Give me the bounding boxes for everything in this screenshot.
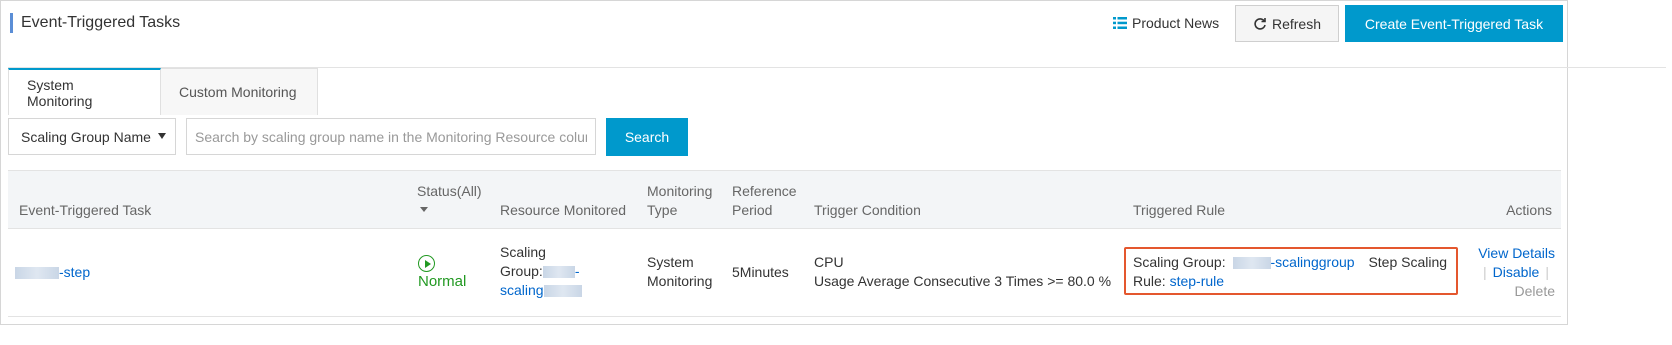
triggered-rule-cell: Scaling Group: -scalinggroup Step Scalin…: [1133, 253, 1447, 291]
resource-cell: Scaling Group: - scaling: [500, 243, 582, 300]
title-accent-bar: [10, 13, 13, 33]
trigger-rule: Usage Average Consecutive 3 Times >= 80.…: [814, 273, 1112, 289]
divider: |: [1545, 264, 1549, 280]
resource-group-line: Group: -: [500, 262, 582, 281]
trigger-condition-cell: CPU Usage Average Consecutive 3 Times >=…: [814, 253, 1111, 291]
column-header-reference-period: Reference Period: [732, 182, 797, 220]
divider: |: [1483, 264, 1487, 280]
column-header-monitoring-type: Monitoring Type: [647, 182, 712, 220]
rule-label: Rule:: [1133, 273, 1166, 289]
refresh-button[interactable]: Refresh: [1235, 5, 1339, 42]
tab-label: System Monitoring: [27, 76, 93, 109]
select-value: Scaling Group Name: [21, 128, 151, 145]
table-header: Event-Triggered Task Status(All) Resourc…: [8, 170, 1561, 229]
monitoring-tabs: System Monitoring Custom Monitoring: [8, 68, 318, 115]
monitoring-type-cell: System Monitoring: [647, 253, 712, 291]
actions-cell: View Details | Disable | Delete: [1477, 244, 1555, 301]
page-title: Event-Triggered Tasks: [21, 14, 181, 31]
task-name-link[interactable]: -step: [15, 263, 90, 282]
refresh-label: Refresh: [1271, 15, 1322, 32]
delete-link[interactable]: Delete: [1515, 283, 1555, 299]
create-task-button[interactable]: Create Event-Triggered Task: [1345, 5, 1563, 42]
sort-down-icon[interactable]: [420, 207, 428, 212]
search-input[interactable]: [186, 118, 596, 155]
status-normal: Normal: [418, 273, 467, 290]
page-header: Event-Triggered Tasks: [10, 13, 180, 33]
status-cell: Normal: [418, 255, 488, 290]
resource-group-link[interactable]: scaling: [500, 282, 544, 298]
caret-down-icon: [158, 133, 166, 139]
redacted-text: [1232, 257, 1271, 270]
create-task-label: Create Event-Triggered Task: [1364, 15, 1544, 32]
redacted-text: [543, 285, 582, 298]
rule-group-link[interactable]: -scalinggroup: [1271, 254, 1355, 270]
search-button[interactable]: Search: [606, 118, 688, 156]
column-header-trigger: Trigger Condition: [814, 202, 921, 218]
product-news-link[interactable]: Product News: [1113, 15, 1219, 31]
resource-group-label: Group:: [500, 263, 543, 279]
header-line: Type: [647, 202, 678, 218]
header-line: Monitoring: [647, 183, 713, 199]
table-row: -step Normal Scaling Group: - scaling Sys…: [8, 229, 1561, 317]
rule-group-label: Scaling Group:: [1133, 254, 1226, 270]
resource-link-suffix[interactable]: -: [575, 263, 580, 279]
tab-label: Custom Monitoring: [179, 84, 297, 100]
column-header-task: Event-Triggered Task: [19, 202, 152, 218]
disable-link[interactable]: Disable: [1493, 264, 1540, 280]
rule-group-line: Scaling Group: -scalinggroup Step Scalin…: [1133, 253, 1447, 272]
play-circle-icon: [418, 255, 435, 272]
tab-custom-monitoring[interactable]: Custom Monitoring: [161, 68, 318, 115]
rule-name-line: Rule: step-rule: [1133, 272, 1447, 291]
task-name-suffix: -step: [59, 264, 91, 280]
tab-system-monitoring[interactable]: System Monitoring: [8, 68, 161, 115]
reference-period-cell: 5Minutes: [732, 264, 789, 280]
trigger-metric: CPU: [814, 254, 844, 270]
column-header-resource: Resource Monitored: [500, 202, 627, 218]
rule-link[interactable]: step-rule: [1170, 273, 1224, 289]
column-header-rule: Triggered Rule: [1133, 202, 1226, 218]
resource-link-line[interactable]: scaling: [500, 281, 582, 300]
column-header-actions: Actions: [1506, 202, 1552, 218]
redacted-text: [542, 266, 575, 279]
column-header-status[interactable]: Status(All): [417, 182, 482, 201]
list-icon: [1113, 17, 1127, 29]
rule-type: Step Scaling: [1368, 254, 1448, 270]
view-details-link[interactable]: View Details: [1478, 245, 1555, 261]
redacted-text: [15, 267, 59, 280]
product-news-label: Product News: [1132, 15, 1220, 31]
search-field-select[interactable]: Scaling Group Name: [8, 118, 176, 155]
header-line: Period: [732, 202, 773, 218]
refresh-icon: [1254, 17, 1266, 30]
resource-label: Scaling: [500, 244, 546, 260]
header-line: Reference: [732, 183, 797, 199]
cell-line: Monitoring: [647, 273, 713, 289]
cell-line: System: [647, 254, 694, 270]
